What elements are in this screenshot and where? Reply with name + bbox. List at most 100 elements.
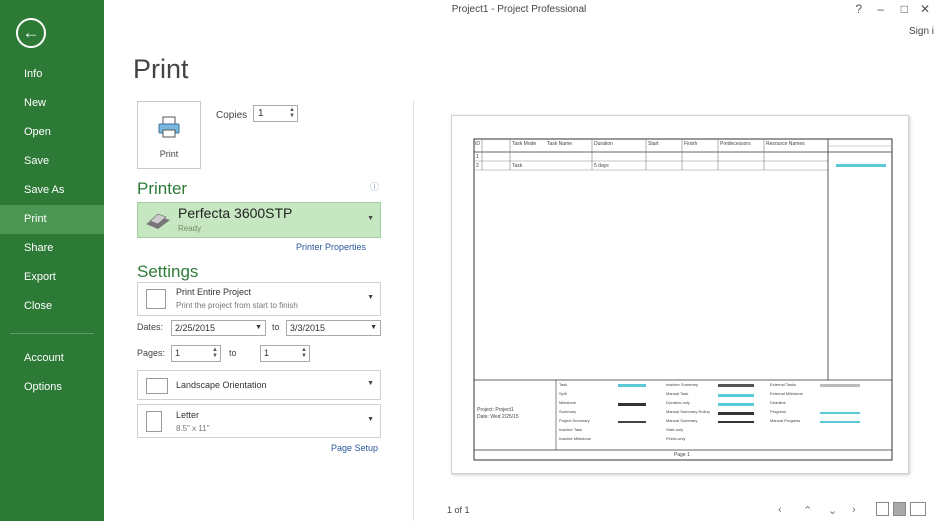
nav-item-close[interactable]: Close xyxy=(0,292,104,321)
col-header-finish: Finish xyxy=(684,141,698,147)
legend-item: Task xyxy=(559,382,568,387)
first-page-icon[interactable]: ‹ xyxy=(778,504,782,516)
sign-in-link[interactable]: Sign i xyxy=(909,26,934,37)
nav-divider xyxy=(10,333,94,334)
nav-item-options[interactable]: Options xyxy=(0,373,104,402)
copies-input[interactable]: 1 ▲ ▼ xyxy=(253,105,298,122)
paper-name: Letter xyxy=(176,410,200,420)
nav-item-open[interactable]: Open xyxy=(0,118,104,147)
chevron-down-icon: ▼ xyxy=(367,215,374,222)
legend-item: Manual Summary Rollup xyxy=(666,409,710,414)
legend-item: Inactive Milestone xyxy=(559,436,592,441)
print-range-dropdown[interactable]: Print Entire Project Print the project f… xyxy=(137,282,381,316)
dates-label: Dates: xyxy=(137,322,164,332)
page-to-value: 1 xyxy=(264,348,270,358)
nav-item-share[interactable]: Share xyxy=(0,234,104,263)
print-button[interactable]: Print xyxy=(137,101,201,169)
legend-item: Manual Progress xyxy=(770,418,801,423)
chevron-down-icon: ▼ xyxy=(370,324,377,331)
row-task-name: Task xyxy=(512,163,523,169)
restore-button[interactable]: □ xyxy=(901,2,908,16)
printer-heading: Printer xyxy=(137,179,188,198)
prev-page-icon[interactable]: ⌃ xyxy=(803,504,812,517)
legend-item: Deadline xyxy=(770,400,786,405)
one-page-icon[interactable] xyxy=(893,502,906,516)
paper-size-dropdown[interactable]: Letter 8.5" x 11" ▼ xyxy=(137,404,381,438)
page-to-input[interactable]: 1 ▲ ▼ xyxy=(260,345,310,362)
printer-status: Ready xyxy=(178,224,202,233)
legend-item: Inactive Task xyxy=(559,427,583,432)
landscape-icon xyxy=(146,378,168,394)
date-from-value: 2/25/2015 xyxy=(175,323,216,333)
printer-dropdown[interactable]: Perfecta 3600STP Ready ▼ xyxy=(137,202,381,238)
col-header-duration: Duration xyxy=(594,141,613,147)
legend-item: Summary xyxy=(559,409,577,414)
legend-item: Project Summary xyxy=(559,418,590,423)
footer-project: Project: Project1 xyxy=(477,407,514,413)
nav-item-save-as[interactable]: Save As xyxy=(0,176,104,205)
legend-item: Inactive Summary xyxy=(666,382,699,387)
legend-item: External Milestone xyxy=(770,391,803,396)
nav-item-new[interactable]: New xyxy=(0,89,104,118)
page-counter: 1 of 1 xyxy=(447,505,470,515)
title-bar: Project1 - Project Professional ? – □ ✕ xyxy=(104,0,934,22)
orientation-value: Landscape Orientation xyxy=(176,380,267,390)
chevron-down-icon: ▼ xyxy=(367,416,374,423)
chevron-down-icon: ▼ xyxy=(367,294,374,301)
preview-page-label: Page 1 xyxy=(674,452,690,458)
page-title: Print xyxy=(133,54,189,84)
legend-item: Duration-only xyxy=(666,400,690,405)
date-from-picker[interactable]: 2/25/2015 ▼ xyxy=(171,320,266,336)
nav-item-account[interactable]: Account xyxy=(0,344,104,373)
multiple-pages-icon[interactable] xyxy=(910,502,926,516)
paper-size: 8.5" x 11" xyxy=(176,424,210,433)
back-arrow-icon[interactable]: ← xyxy=(16,18,46,48)
copies-spinner-icon[interactable]: ▲ ▼ xyxy=(289,107,295,119)
pages-to-label: to xyxy=(229,348,237,358)
print-preview-page: ID Task Mode Task Name Duration Start Fi… xyxy=(451,115,909,474)
print-range-icon xyxy=(146,289,166,309)
print-range-description: Print the project from start to finish xyxy=(176,301,298,310)
legend-item: Milestone xyxy=(559,400,577,405)
print-button-label: Print xyxy=(159,149,179,159)
page-from-spinner-icon[interactable]: ▲ ▼ xyxy=(212,347,218,359)
legend-item: External Tasks xyxy=(770,382,796,387)
orientation-dropdown[interactable]: Landscape Orientation ▼ xyxy=(137,370,381,400)
printer-properties-link[interactable]: Printer Properties xyxy=(296,242,366,252)
row-duration: 5 days xyxy=(594,163,609,169)
paper-icon xyxy=(146,411,162,432)
page-from-input[interactable]: 1 ▲ ▼ xyxy=(171,345,221,362)
col-header-resource-names: Resource Names xyxy=(766,141,805,147)
copies-label: Copies xyxy=(216,110,248,121)
legend-item: Progress xyxy=(770,409,787,414)
backstage-nav: Info New Open Save Save As Print Share E… xyxy=(0,60,104,402)
dates-to-label: to xyxy=(272,322,280,332)
nav-item-export[interactable]: Export xyxy=(0,263,104,292)
nav-item-save[interactable]: Save xyxy=(0,147,104,176)
settings-heading: Settings xyxy=(137,262,199,281)
actual-size-icon[interactable] xyxy=(876,502,889,516)
printer-device-icon xyxy=(146,213,170,229)
nav-item-info[interactable]: Info xyxy=(0,60,104,89)
window-title: Project1 - Project Professional xyxy=(451,4,587,15)
date-to-value: 3/3/2015 xyxy=(290,323,326,333)
close-window-button[interactable]: ✕ xyxy=(920,2,930,16)
chevron-down-icon: ▼ xyxy=(255,324,262,331)
page-setup-link[interactable]: Page Setup xyxy=(331,443,378,453)
next-page-icon[interactable]: ⌄ xyxy=(828,504,837,517)
page-from-value: 1 xyxy=(175,348,181,358)
chevron-down-icon: ▼ xyxy=(367,380,374,387)
info-icon[interactable]: ⓘ xyxy=(370,180,379,193)
last-page-icon[interactable]: › xyxy=(852,504,856,516)
nav-item-print[interactable]: Print xyxy=(0,205,104,234)
page-to-spinner-icon[interactable]: ▲ ▼ xyxy=(301,347,307,359)
help-icon[interactable]: ? xyxy=(855,2,862,16)
legend-item: Split xyxy=(559,391,567,396)
print-range-title: Print Entire Project xyxy=(176,287,252,297)
minimize-button[interactable]: – xyxy=(877,2,884,16)
col-header-id: ID xyxy=(475,141,480,147)
printer-name: Perfecta 3600STP xyxy=(178,205,293,221)
preview-divider xyxy=(413,100,414,521)
date-to-picker[interactable]: 3/3/2015 ▼ xyxy=(286,320,381,336)
col-header-start: Start xyxy=(648,141,659,147)
